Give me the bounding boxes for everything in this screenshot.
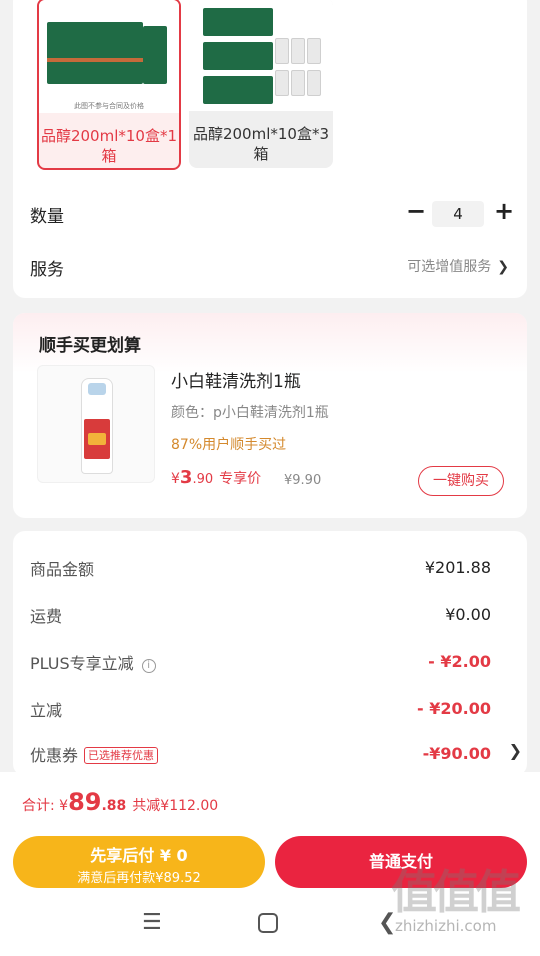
saved-amount: 共减¥112.00 bbox=[132, 798, 219, 814]
bottle-icon bbox=[81, 378, 113, 474]
summary-row-plus-discount: PLUS专享立减 i - ¥2.00 bbox=[30, 652, 491, 673]
variant-option-2[interactable]: 品醇200ml*10盒*3箱 bbox=[189, 0, 333, 168]
home-icon[interactable] bbox=[258, 913, 278, 933]
info-icon[interactable]: i bbox=[141, 659, 156, 673]
watermark-logo: 值值值 zhizhizhi.com bbox=[391, 865, 521, 935]
pay-later-button[interactable]: 先享后付 ¥ 0 满意后再付款¥89.52 bbox=[13, 836, 265, 888]
plus-discount-value: - ¥2.00 bbox=[428, 652, 491, 671]
quantity-label: 数量 bbox=[30, 207, 64, 227]
variant-label: 品醇200ml*10盒*3箱 bbox=[192, 125, 330, 163]
total-amount: 合计: ¥89.88 共减¥112.00 bbox=[22, 788, 219, 816]
spec-card: 此图不参与合同及价格 品醇200ml*10盒*1箱 品醇200ml*10盒*3箱… bbox=[13, 0, 527, 298]
goods-amount-value: ¥201.88 bbox=[424, 558, 491, 577]
quantity-plus-button[interactable]: + bbox=[494, 199, 514, 223]
chevron-right-icon: ❯ bbox=[497, 259, 509, 275]
variant-image: 此图不参与合同及价格 bbox=[39, 0, 179, 113]
checkout-bar: 合计: ¥89.88 共减¥112.00 先享后付 ¥ 0 满意后再付款¥89.5… bbox=[0, 772, 540, 956]
product-color: 颜色：p小白鞋清洗剂1瓶 bbox=[171, 405, 329, 421]
variant-option-1[interactable]: 此图不参与合同及价格 品醇200ml*10盒*1箱 bbox=[37, 0, 181, 170]
shipping-value: ¥0.00 bbox=[445, 605, 491, 624]
variant-label: 品醇200ml*10盒*1箱 bbox=[40, 127, 178, 165]
menu-icon[interactable]: ☰ bbox=[142, 910, 162, 935]
summary-row-goods: 商品金额 ¥201.88 bbox=[30, 558, 491, 579]
coupon-value: -¥90.00 bbox=[422, 744, 491, 763]
summary-row-shipping: 运费 ¥0.00 bbox=[30, 605, 491, 626]
quantity-minus-button[interactable]: − bbox=[406, 199, 426, 223]
one-click-buy-button[interactable]: 一键购买 bbox=[418, 466, 504, 496]
discount-value: - ¥20.00 bbox=[417, 699, 491, 718]
service-selector[interactable]: 可选增值服务 ❯ bbox=[407, 256, 509, 276]
summary-row-discount: 立减 - ¥20.00 bbox=[30, 699, 491, 720]
quantity-input[interactable]: 4 bbox=[432, 201, 484, 227]
upsell-title: 顺手买更划算 bbox=[39, 336, 141, 356]
chevron-right-icon[interactable]: ❯ bbox=[509, 741, 522, 760]
service-label: 服务 bbox=[30, 260, 64, 280]
product-name[interactable]: 小白鞋清洗剂1瓶 bbox=[171, 367, 301, 392]
coupon-badge: 已选推荐优惠 bbox=[84, 747, 159, 764]
product-image[interactable] bbox=[37, 365, 155, 483]
price-tag: 专享价 bbox=[219, 471, 262, 487]
upsell-card: 顺手买更划算 小白鞋清洗剂1瓶 颜色：p小白鞋清洗剂1瓶 87%用户顺手买过 ¥… bbox=[13, 313, 527, 518]
product-price: ¥3.90 专享价 bbox=[171, 467, 262, 488]
variant-image bbox=[189, 0, 333, 111]
service-hint-text: 可选增值服务 bbox=[407, 259, 492, 275]
summary-row-coupon[interactable]: 优惠券 已选推荐优惠 -¥90.00 bbox=[30, 742, 491, 766]
variant-image-caption: 此图不参与合同及价格 bbox=[74, 102, 144, 110]
order-summary-card: 商品金额 ¥201.88 运费 ¥0.00 PLUS专享立减 i - ¥2.00 … bbox=[13, 531, 527, 776]
original-price: ¥9.90 bbox=[284, 473, 322, 488]
product-bought-rate: 87%用户顺手买过 bbox=[171, 437, 287, 453]
